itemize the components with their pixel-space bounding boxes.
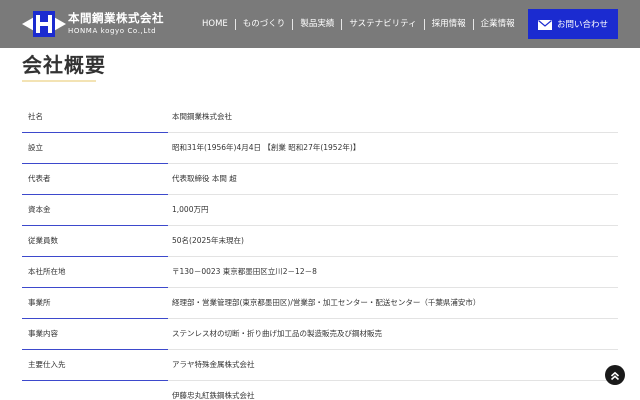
row-label-offices: 事業所 [22,288,168,319]
table-row: 代表者 代表取締役 本間 超 [22,164,618,195]
nav-item-company[interactable]: 企業情報 [481,17,515,31]
table-row: 本社所在地 〒130－0023 東京都墨田区立川2－12－8 [22,257,618,288]
row-value-employees: 50名(2025年末現在) [168,226,618,257]
logo-company-name-en: HONMA kogyo Co.,Ltd [68,27,157,35]
row-label-representative: 代表者 [22,164,168,195]
contact-button-label: お問い合わせ [556,20,608,30]
nav-item-home[interactable]: HOME [202,17,228,31]
nav-separator [292,18,294,30]
honma-logo-icon [22,9,66,39]
row-label-empty [22,381,168,400]
nav-separator [423,18,425,30]
row-value-representative: 代表取締役 本間 超 [168,164,618,195]
row-value-established: 昭和31年(1956年)4月4日 【創業 昭和27年(1952年)】 [168,133,618,164]
nav-item-sustainability[interactable]: サステナビリティ [349,17,416,31]
mail-icon [537,15,552,34]
row-label-company-name: 社名 [22,102,168,133]
contact-button[interactable]: お問い合わせ [528,9,618,39]
page-title: 会社概要 [22,53,106,77]
row-value-business: ステンレス材の切断・折り曲げ加工品の製造販売及び鋼材販売 [168,319,618,350]
row-label-suppliers: 主要仕入先 [22,350,168,381]
row-label-capital: 資本金 [22,195,168,226]
row-label-established: 設立 [22,133,168,164]
row-value-offices: 経理部・営業管理部(東京都墨田区)/営業部・加工センター・配送センター（千葉県浦… [168,288,618,319]
table-row: 設立 昭和31年(1956年)4月4日 【創業 昭和27年(1952年)】 [22,133,618,164]
row-value-company-name: 本間鋼業株式会社 [168,102,618,133]
double-chevron-up-icon [610,366,620,385]
nav-item-recruit[interactable]: 採用情報 [432,17,466,31]
row-value-head-office: 〒130－0023 東京都墨田区立川2－12－8 [168,257,618,288]
nav-separator [472,18,474,30]
row-label-employees: 従業員数 [22,226,168,257]
table-row: 伊藤忠丸紅鉄鋼株式会社 [22,381,618,400]
nav-item-products[interactable]: 製品実績 [300,17,334,31]
table-row: 従業員数 50名(2025年末現在) [22,226,618,257]
row-value-supplier-2: 伊藤忠丸紅鉄鋼株式会社 [172,391,255,400]
company-logo[interactable]: 本間鋼業株式会社 HONMA kogyo Co.,Ltd [22,9,164,39]
main-nav: HOME ものづくり 製品実績 サステナビリティ 採用情報 企業情報 [202,17,515,31]
logo-company-name-jp: 本間鋼業株式会社 [68,11,164,25]
table-row: 主要仕入先 アラヤ特殊金属株式会社 [22,350,618,381]
table-row: 事業内容 ステンレス材の切断・折り曲げ加工品の製造販売及び鋼材販売 [22,319,618,350]
nav-separator [234,18,236,30]
back-to-top-button[interactable] [605,365,625,385]
table-row: 社名 本間鋼業株式会社 [22,102,618,133]
nav-separator [341,18,343,30]
title-underline [22,80,96,82]
row-value-capital: 1,000万円 [168,195,618,226]
table-row: 事業所 経理部・営業管理部(東京都墨田区)/営業部・加工センター・配送センター（… [22,288,618,319]
row-label-business: 事業内容 [22,319,168,350]
nav-item-monozukuri[interactable]: ものづくり [243,17,286,31]
site-header: 本間鋼業株式会社 HONMA kogyo Co.,Ltd HOME ものづくり … [0,0,640,48]
company-info-table: 社名 本間鋼業株式会社 設立 昭和31年(1956年)4月4日 【創業 昭和27… [22,102,618,400]
table-row: 資本金 1,000万円 [22,195,618,226]
row-label-head-office: 本社所在地 [22,257,168,288]
row-value-supplier-1: アラヤ特殊金属株式会社 [168,350,618,381]
